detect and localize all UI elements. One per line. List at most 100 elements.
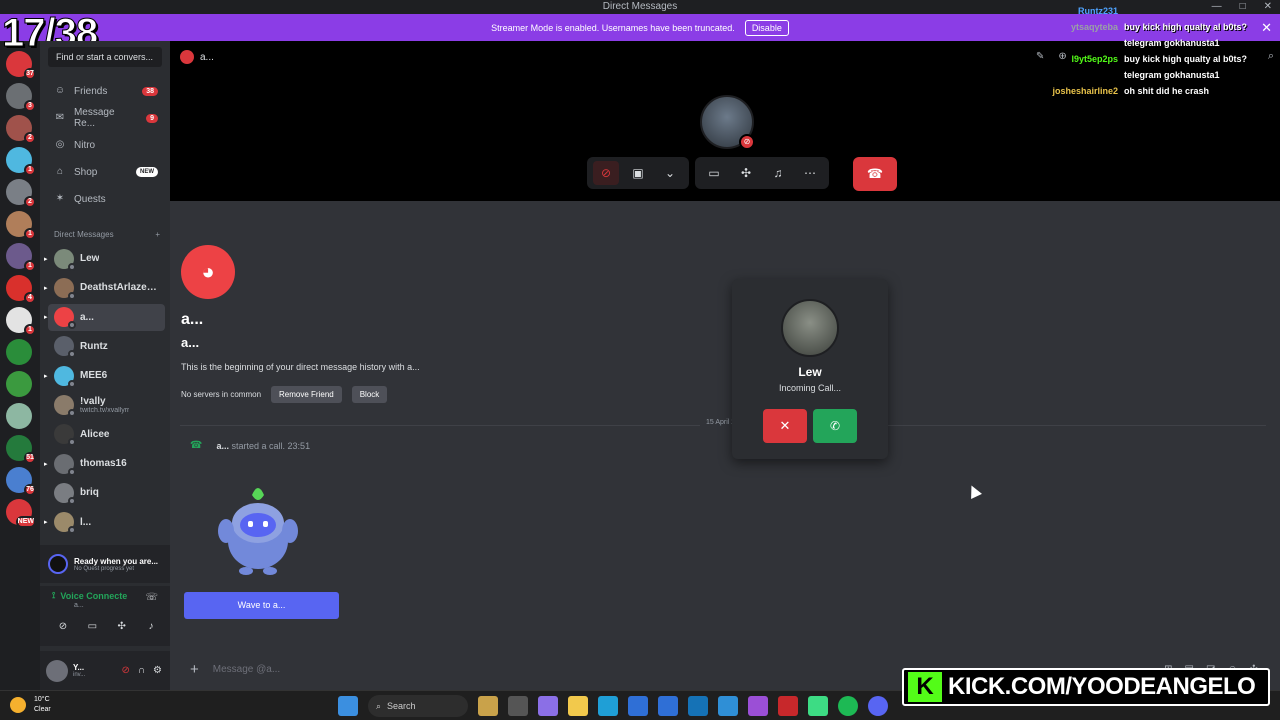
presence-status-icon [68, 467, 76, 476]
podcast-app-icon[interactable] [748, 696, 768, 716]
file-explorer-icon[interactable] [568, 696, 588, 716]
vscode-icon[interactable] [688, 696, 708, 716]
server-icon[interactable]: 1 [6, 211, 36, 240]
dm-header-label: Direct Messages [54, 230, 114, 239]
dm-activity: twitch.tv/xvallyrr [80, 407, 130, 414]
activities-icon[interactable]: ✣ [111, 619, 133, 635]
dm-item[interactable]: ▸ a... [44, 303, 165, 331]
server-icon[interactable]: 2 [6, 179, 36, 208]
dm-item[interactable]: ▸ DeathstArlazer... [44, 274, 165, 301]
weather-widget[interactable]: 10°C Clear [10, 695, 51, 715]
dm-item[interactable]: !vally twitch.tv/xvallyrr [48, 392, 165, 419]
sidebar-item-nitro[interactable]: ◎ Nitro [46, 133, 164, 157]
dm-text: MEE6 [80, 370, 107, 381]
dm-item[interactable]: ▸ MEE6 [44, 362, 165, 389]
phone-icon: ☎ [190, 440, 203, 451]
camera-options-chevron-icon[interactable]: ⌄ [657, 161, 683, 185]
server-icon[interactable]: 51 [6, 435, 36, 464]
wave-button[interactable]: Wave to a... [184, 592, 339, 619]
more-options-icon[interactable]: ⋯ [797, 161, 823, 185]
dm-item[interactable]: briq [48, 479, 165, 506]
incoming-call-actions: ✕ ✆ [732, 409, 888, 443]
spotify-icon[interactable] [838, 696, 858, 716]
soundboard-icon[interactable]: ♪ [140, 619, 162, 635]
create-dm-icon[interactable]: + [155, 230, 160, 239]
sidebar-item-quests[interactable]: ✶ Quests [46, 187, 164, 211]
sidebar-item-shop[interactable]: ⌂ Shop NEW [46, 160, 164, 184]
incoming-call-card: Lew Incoming Call... ✕ ✆ [732, 279, 888, 459]
server-icon[interactable]: 2 [6, 115, 36, 144]
outlook-icon[interactable] [718, 696, 738, 716]
end-call-button[interactable]: ☎ [853, 157, 897, 191]
dm-item[interactable]: ▸ Lew [44, 245, 165, 272]
quest-subtitle: No Quest progress yet [74, 565, 135, 572]
dm-item[interactable]: ▸ thomas16 [44, 450, 165, 477]
mute-mic-icon[interactable]: ⊘ [121, 665, 129, 676]
server-icon[interactable] [6, 371, 32, 397]
server-unread-badge: 3 [24, 100, 36, 112]
decline-call-button[interactable]: ✕ [763, 409, 807, 443]
wumpus-wave-sticker [218, 488, 298, 575]
taskbar-search[interactable]: ⌕ Search [368, 695, 468, 717]
soundboard-button[interactable]: ♫ [765, 161, 791, 185]
server-icon[interactable]: 1 [6, 147, 36, 176]
presence-status-icon [68, 496, 76, 505]
sidebar-item-friends[interactable]: ☺ Friends 38 [46, 79, 164, 103]
call-time: 23:51 [287, 440, 311, 451]
android-app-icon[interactable] [808, 696, 828, 716]
disconnect-icon[interactable]: ☏ [145, 592, 158, 603]
dm-name: MEE6 [80, 370, 108, 382]
headphones-icon[interactable]: ∩ [138, 665, 145, 676]
mic-muted-button[interactable]: ⊘ [593, 161, 619, 185]
activities-button[interactable]: ✣ [733, 161, 759, 185]
call-author[interactable]: a... [216, 441, 229, 451]
unread-count-badge: 38 [142, 86, 158, 96]
server-icon[interactable]: 1 [6, 307, 36, 336]
dm-avatar [54, 307, 76, 330]
store-icon[interactable] [628, 696, 648, 716]
chat-message: buy kick high qualty al b0ts? [1124, 22, 1248, 32]
dm-item[interactable]: Alicee [48, 421, 165, 448]
widgets-app-icon[interactable] [478, 696, 498, 716]
weather-condition: Clear [34, 706, 51, 713]
sidebar-item-message-re[interactable]: ✉ Message Re... 9 [46, 106, 164, 130]
server-icon[interactable]: 76 [6, 467, 36, 496]
voice-status-panel: ⟟ Voice Connecte a... ☏ ⊘ ▭ ✣ ♪ [40, 586, 170, 646]
new-badge: NEW [136, 167, 158, 177]
windows-start-icon[interactable] [338, 696, 358, 716]
settings-gear-icon[interactable]: ⚙ [153, 665, 162, 676]
remove-friend-button[interactable]: Remove Friend [271, 386, 342, 403]
server-icon[interactable] [6, 339, 32, 365]
server-icon[interactable]: 1 [6, 243, 36, 272]
acrobat-icon[interactable] [778, 696, 798, 716]
server-icon[interactable]: NEW [6, 499, 36, 528]
task-view-icon[interactable] [508, 696, 528, 716]
server-icon[interactable] [6, 403, 32, 429]
attach-plus-icon[interactable]: + [190, 661, 199, 678]
discord-taskbar-icon[interactable] [868, 696, 888, 716]
screen-share-button[interactable]: ▭ [701, 161, 727, 185]
presence-status-icon [68, 409, 76, 417]
dm-item[interactable]: Runtz [48, 333, 165, 360]
voice-connected-label: ⟟ Voice Connecte [52, 590, 127, 601]
user-avatar[interactable] [46, 659, 68, 682]
disable-streamer-mode-button[interactable]: Disable [744, 19, 789, 36]
dm-avatar [54, 336, 76, 359]
block-button[interactable]: Block [351, 386, 388, 403]
chat-line: l9yt5ep2ps buy kick high qualty al b0ts? [1040, 52, 1275, 66]
copilot-icon[interactable] [538, 696, 558, 716]
kick-branding-overlay: K KICK.COM/YOODEANGELO [902, 668, 1270, 706]
server-rail: 37 3 2 1 2 1 1 4 1 51 76 NEW [0, 41, 40, 690]
camera-off-icon[interactable]: ⊘ [52, 619, 74, 635]
chat-message: buy kick high qualty al b0ts? [1124, 54, 1248, 64]
find-conversation-input[interactable]: Find or start a convers... [48, 47, 162, 67]
edge-icon[interactable] [598, 696, 618, 716]
dropbox-icon[interactable] [658, 696, 678, 716]
accept-call-button[interactable]: ✆ [813, 409, 857, 443]
screen-share-icon[interactable]: ▭ [81, 619, 103, 635]
server-icon[interactable]: 3 [6, 83, 36, 112]
camera-off-button[interactable]: ▣ [625, 161, 651, 185]
dm-item[interactable]: ▸ l... [44, 509, 165, 536]
quest-panel[interactable]: Ready when you are... No Quest progress … [40, 545, 170, 583]
server-icon[interactable]: 4 [6, 275, 36, 304]
